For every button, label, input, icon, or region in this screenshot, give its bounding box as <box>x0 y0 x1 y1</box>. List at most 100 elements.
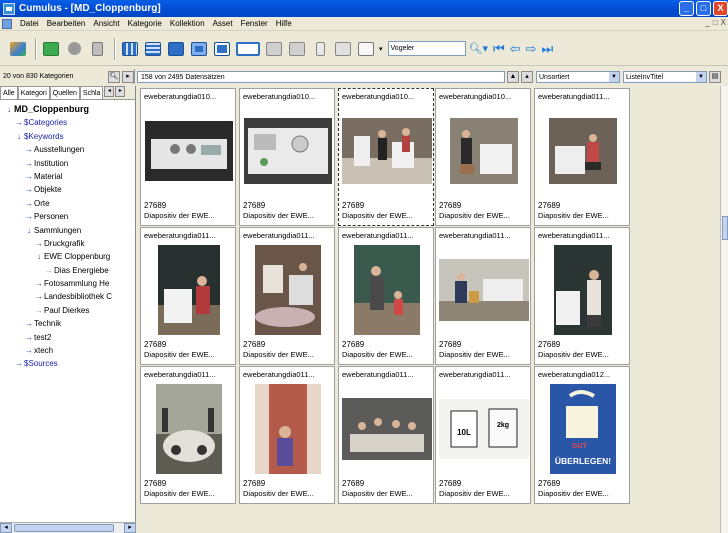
search-options-icon[interactable]: 🔍︎▾ <box>469 42 489 55</box>
menu-kategorie[interactable]: Kategorie <box>124 19 166 28</box>
find-dropdown-icon[interactable]: ▾ <box>379 45 383 53</box>
mdi-close-button[interactable]: X <box>721 18 726 27</box>
horizontal-scrollbar[interactable]: ◂ ▸ <box>0 522 136 533</box>
tree-item[interactable]: → test2 <box>0 331 135 344</box>
scroll-left-icon[interactable]: ◂ <box>0 523 12 533</box>
tree-arrow-icon[interactable]: → <box>14 116 24 129</box>
tree-item[interactable]: → Druckgrafik <box>0 237 135 250</box>
copy-icon[interactable] <box>264 39 284 59</box>
record-thumbnail[interactable]: eweberatungdia011... 27689 Diapositiv der … <box>534 227 630 365</box>
tree-item[interactable]: → Orte <box>0 197 135 210</box>
tree-item[interactable]: → xtech <box>0 344 135 357</box>
tree-arrow-icon[interactable]: → <box>14 357 24 370</box>
menu-bearbeiten[interactable]: Bearbeiten <box>43 19 90 28</box>
tree-arrow-icon[interactable]: → <box>24 331 34 344</box>
find-category-icon[interactable]: 🔍︎ <box>108 70 120 83</box>
tree-arrow-icon[interactable]: → <box>24 344 34 357</box>
quick-search-input[interactable]: Vogeler <box>387 41 466 56</box>
properties-icon[interactable] <box>310 39 330 59</box>
tree-item[interactable]: ↓ EWE Cloppenburg <box>0 250 135 263</box>
catalog-icon[interactable] <box>8 39 28 59</box>
record-thumbnail[interactable]: eweberatungdia011... 27689 Diapositiv der … <box>338 227 434 365</box>
tree-arrow-icon[interactable]: ↓ <box>24 224 34 237</box>
tree-item[interactable]: → Landesbibliothek C <box>0 290 135 303</box>
record-thumbnail[interactable]: eweberatungdia010... 27689 Diapositiv der … <box>140 88 236 226</box>
tree-item[interactable]: → Material <box>0 170 135 183</box>
collection-icon[interactable] <box>333 39 353 59</box>
sort-ascending-icon[interactable]: ▴ <box>521 70 533 83</box>
thumbnail-view-icon[interactable] <box>120 39 140 59</box>
tree-arrow-icon[interactable]: → <box>24 157 34 170</box>
list-view-icon[interactable] <box>143 39 163 59</box>
record-thumbnail[interactable]: eweberatungdia011... 27689 Diapositiv der … <box>534 88 630 226</box>
tree-item[interactable]: ↓ MD_Cloppenburg <box>0 103 135 116</box>
document-icon[interactable] <box>2 18 12 29</box>
tree-arrow-icon[interactable]: → <box>24 143 34 156</box>
last-record-icon[interactable]: ⏭ <box>542 41 554 57</box>
tree-item[interactable]: ↓ $Keywords <box>0 130 135 143</box>
preview-view-icon[interactable] <box>212 39 232 59</box>
tree-item[interactable]: ↓ Sammlungen <box>0 224 135 237</box>
maximize-button[interactable]: □ <box>696 1 711 16</box>
tree-item[interactable]: → Technik <box>0 317 135 330</box>
record-thumbnail[interactable]: eweberatungdia010... 27689 Diapositiv der … <box>338 88 434 226</box>
scroll-right-icon[interactable]: ▸ <box>124 523 136 533</box>
sort-direction-icon[interactable]: ▲ <box>507 70 519 83</box>
menu-ansicht[interactable]: Ansicht <box>89 19 123 28</box>
record-thumbnail[interactable]: eweberatungdia010... 27689 Diapositiv der … <box>239 88 335 226</box>
close-button[interactable]: X <box>713 1 728 16</box>
view-options-icon[interactable]: ▤ <box>709 70 721 83</box>
info-view-icon[interactable] <box>189 39 209 59</box>
move-icon[interactable] <box>287 39 307 59</box>
tab-kategorien[interactable]: Kategori <box>17 86 50 99</box>
record-thumbnail[interactable]: eweberatungdia011... 27689 Diapositiv der … <box>140 227 236 365</box>
expand-arrow-icon[interactable]: ↓ <box>4 103 14 116</box>
find-icon[interactable] <box>356 39 376 59</box>
tree-arrow-icon[interactable]: → <box>24 210 34 223</box>
tree-arrow-icon[interactable]: ↓ <box>14 130 24 143</box>
record-thumbnail[interactable]: eweberatungdia011... 27689 Diapositiv der … <box>239 366 335 504</box>
tree-item[interactable]: → Ausstellungen <box>0 143 135 156</box>
details-view-icon[interactable] <box>166 39 186 59</box>
tab-alle[interactable]: Alle <box>0 86 18 99</box>
tree-item[interactable]: → Dias Energiebe <box>0 264 135 277</box>
record-thumbnail[interactable]: eweberatungdia011... 27689 Diapositiv der … <box>435 227 531 365</box>
tree-arrow-icon[interactable]: → <box>34 290 44 303</box>
tree-arrow-icon[interactable]: → <box>24 170 34 183</box>
sort-select[interactable]: Unsortiert ▼ <box>536 70 620 83</box>
tree-item[interactable]: → $Categories <box>0 116 135 129</box>
tree-item[interactable]: → Fotosammlung He <box>0 277 135 290</box>
tree-arrow-icon[interactable]: → <box>24 197 34 210</box>
tree-item[interactable]: → Objekte <box>0 183 135 196</box>
menu-datei[interactable]: Datei <box>16 19 43 28</box>
category-next-icon[interactable]: ▸ <box>122 70 134 83</box>
first-record-icon[interactable]: ⏮ <box>493 41 505 57</box>
slideshow-icon[interactable] <box>235 39 261 59</box>
tab-schlagworte[interactable]: Schla <box>79 86 104 99</box>
tab-quellen[interactable]: Quellen <box>49 86 80 99</box>
menu-hilfe[interactable]: Hilfe <box>272 19 296 28</box>
mdi-minimize-button[interactable]: _ <box>705 18 709 27</box>
tree-arrow-icon[interactable]: ↓ <box>34 250 44 263</box>
mdi-restore-button[interactable]: □ <box>713 18 718 27</box>
record-thumbnail[interactable]: eweberatungdia011... 27689 Diapositiv der … <box>338 366 434 504</box>
record-thumbnail[interactable]: eweberatungdia010... 27689 Diapositiv der … <box>435 88 531 226</box>
add-asset-icon[interactable] <box>41 39 61 59</box>
tree-arrow-icon[interactable]: → <box>34 304 44 317</box>
tree-item[interactable]: → $Sources <box>0 357 135 370</box>
trash-icon[interactable] <box>87 39 107 59</box>
menu-fenster[interactable]: Fenster <box>237 19 272 28</box>
view-set-select[interactable]: ListeInvTitel ▼ <box>623 70 707 83</box>
vertical-scrollbar[interactable] <box>720 86 728 533</box>
tab-scroll-right-icon[interactable]: ▸ <box>115 86 126 97</box>
minimize-button[interactable]: _ <box>679 1 694 16</box>
tree-arrow-icon[interactable]: → <box>34 277 44 290</box>
tree-item[interactable]: → Institution <box>0 157 135 170</box>
tree-arrow-icon[interactable]: → <box>44 264 54 277</box>
record-thumbnail[interactable]: eweberatungdia011... 27689 Diapositiv der … <box>140 366 236 504</box>
tree-arrow-icon[interactable]: → <box>24 183 34 196</box>
previous-record-icon[interactable]: ⇦ <box>510 41 521 57</box>
next-record-icon[interactable]: ⇨ <box>526 41 537 57</box>
record-thumbnail[interactable]: eweberatungdia011... 27689 Diapositiv der … <box>239 227 335 365</box>
scrollbar-thumb[interactable] <box>14 524 114 532</box>
